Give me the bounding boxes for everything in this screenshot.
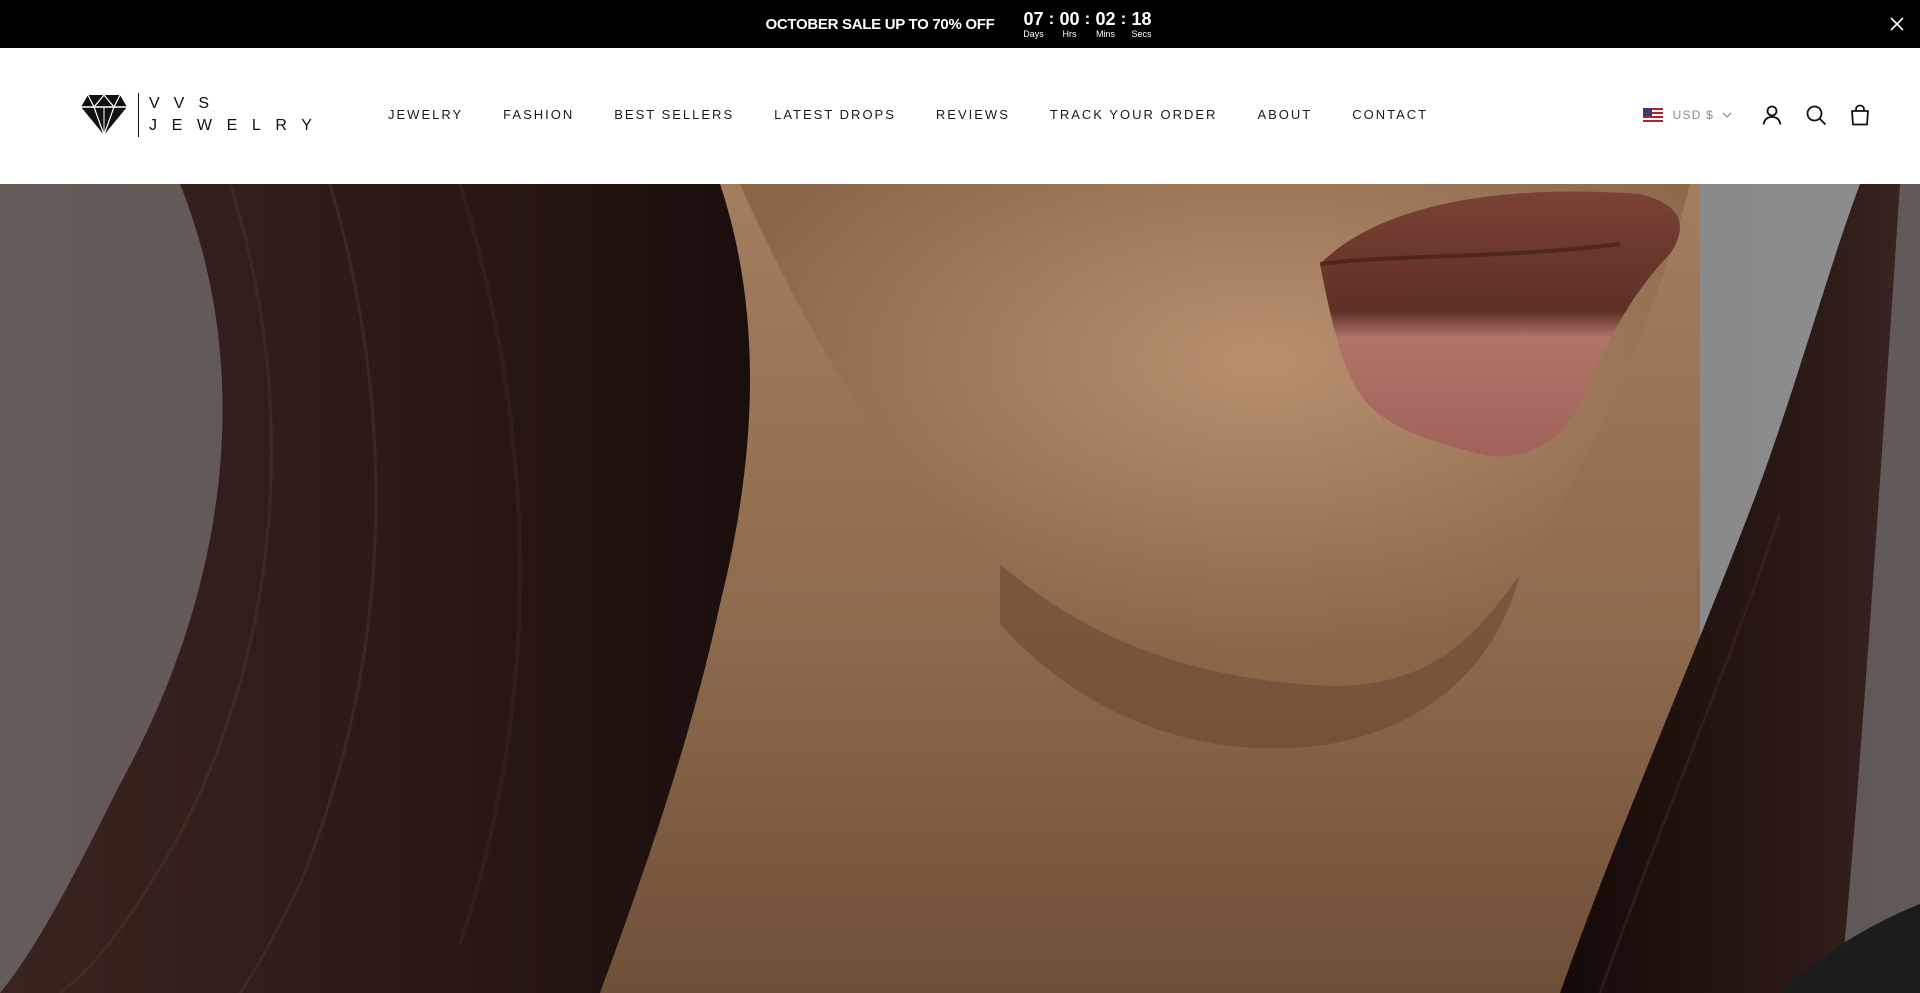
countdown-hours: 00 Hrs xyxy=(1056,10,1082,40)
cart-icon[interactable] xyxy=(1848,103,1872,127)
countdown-days-value: 07 xyxy=(1023,9,1044,29)
hero-banner[interactable] xyxy=(0,184,1920,993)
logo-line-jewelry: JEWELRY xyxy=(149,117,327,134)
announcement-bar: OCTOBER SALE UP TO 70% OFF 07 Days : 00 … xyxy=(0,0,1920,48)
chevron-down-icon xyxy=(1722,112,1732,118)
countdown-separator: : xyxy=(1084,9,1091,28)
nav-item-track-your-order[interactable]: TRACK YOUR ORDER xyxy=(1050,107,1218,122)
hero-model-image xyxy=(0,184,1920,993)
countdown-timer: 07 Days : 00 Hrs : 02 Mins : 18 Secs xyxy=(1020,10,1154,40)
nav-item-reviews[interactable]: REVIEWS xyxy=(936,107,1010,122)
countdown-hours-label: Hrs xyxy=(1062,29,1077,39)
search-icon[interactable] xyxy=(1804,103,1828,127)
nav-item-best-sellers[interactable]: BEST SELLERS xyxy=(614,107,734,122)
close-icon[interactable] xyxy=(1888,15,1906,33)
countdown-days: 07 Days xyxy=(1020,10,1046,40)
logo-line-vvs: VVS xyxy=(149,95,224,112)
countdown-days-label: Days xyxy=(1023,29,1044,39)
countdown-minutes-value: 02 xyxy=(1095,9,1116,29)
logo-divider xyxy=(138,93,139,137)
countdown-minutes: 02 Mins xyxy=(1092,10,1118,40)
countdown-separator: : xyxy=(1048,9,1055,28)
countdown-hours-value: 00 xyxy=(1059,9,1080,29)
sale-text[interactable]: OCTOBER SALE UP TO 70% OFF xyxy=(766,16,995,33)
nav-item-contact[interactable]: CONTACT xyxy=(1352,107,1428,122)
countdown-seconds-value: 18 xyxy=(1131,9,1152,29)
nav-item-latest-drops[interactable]: LATEST DROPS xyxy=(774,107,896,122)
main-nav: JEWELRY FASHION BEST SELLERS LATEST DROP… xyxy=(388,104,1468,124)
countdown-minutes-label: Mins xyxy=(1095,29,1115,39)
site-header: VVS JEWELRY JEWELRY FASHION BEST SELLERS… xyxy=(0,48,1920,184)
nav-item-jewelry[interactable]: JEWELRY xyxy=(388,107,463,122)
countdown-separator: : xyxy=(1120,9,1127,28)
logo[interactable]: VVS JEWELRY xyxy=(80,90,330,140)
currency-label: USD $ xyxy=(1672,108,1714,122)
countdown-seconds: 18 Secs xyxy=(1128,10,1154,40)
countdown-seconds-label: Secs xyxy=(1131,29,1152,39)
header-actions: USD $ xyxy=(1642,103,1872,127)
diamond-icon xyxy=(81,94,127,137)
announcement-content: OCTOBER SALE UP TO 70% OFF 07 Days : 00 … xyxy=(0,0,1920,48)
logo-wordmark: VVS JEWELRY xyxy=(149,93,326,137)
us-flag-icon xyxy=(1642,108,1663,122)
nav-item-fashion[interactable]: FASHION xyxy=(503,107,574,122)
nav-item-about[interactable]: ABOUT xyxy=(1257,107,1312,122)
currency-selector[interactable]: USD $ xyxy=(1642,108,1732,122)
account-icon[interactable] xyxy=(1760,103,1784,127)
